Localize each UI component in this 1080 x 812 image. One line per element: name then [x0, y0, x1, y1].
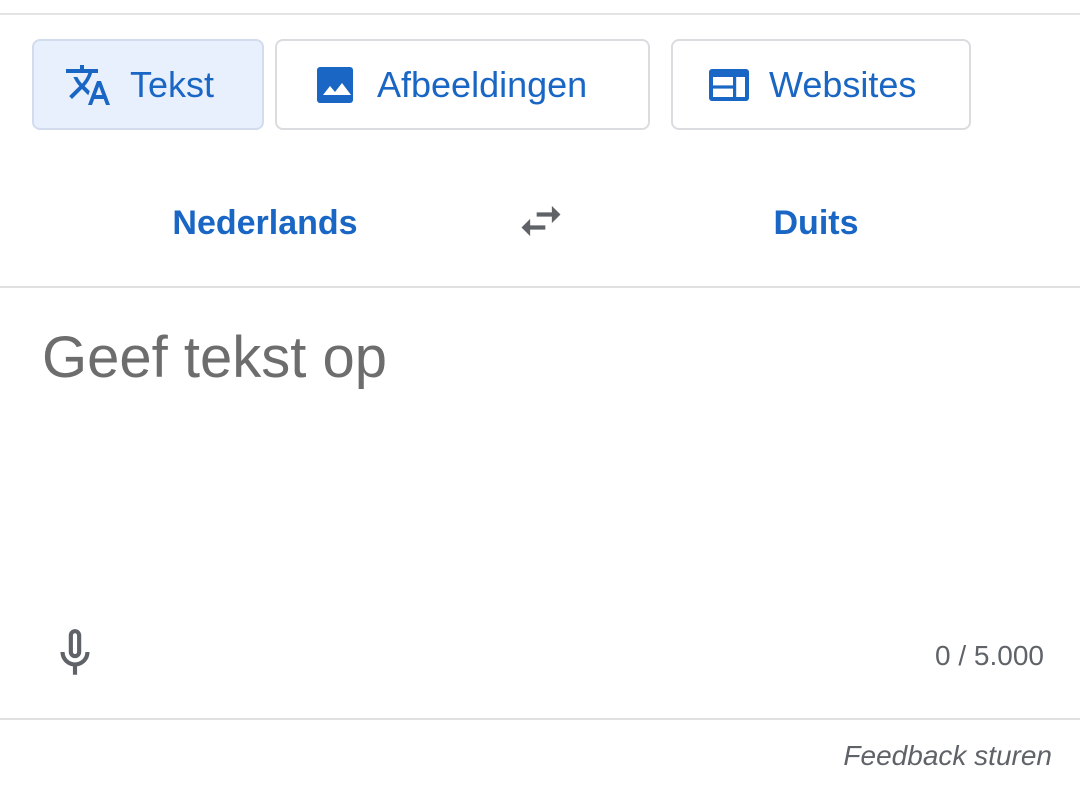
- source-language-button[interactable]: Nederlands: [40, 160, 490, 286]
- website-icon: [705, 61, 753, 109]
- swap-arrows-icon: [515, 195, 567, 252]
- image-icon: [311, 61, 359, 109]
- translate-page: Tekst Afbeeldingen Websites Nederlands D…: [0, 0, 1080, 812]
- bottom-divider: [0, 718, 1080, 720]
- tab-text[interactable]: Tekst: [32, 39, 264, 130]
- tab-images-label: Afbeeldingen: [377, 63, 588, 105]
- tab-text-label: Tekst: [130, 63, 215, 105]
- tab-websites[interactable]: Websites: [671, 39, 971, 130]
- tab-websites-label: Websites: [769, 63, 917, 105]
- voice-input-button[interactable]: [46, 624, 104, 686]
- source-input-area: 0 / 5.000: [0, 288, 1080, 718]
- character-counter: 0 / 5.000: [935, 640, 1044, 671]
- source-text-input[interactable]: [42, 324, 1042, 574]
- microphone-icon: [50, 625, 100, 686]
- top-divider: [0, 13, 1080, 15]
- send-feedback-link[interactable]: Feedback sturen: [843, 740, 1052, 772]
- swap-languages-button[interactable]: [505, 190, 577, 256]
- translate-icon: [64, 61, 112, 109]
- language-bar: Nederlands Duits: [0, 160, 1080, 286]
- target-language-button[interactable]: Duits: [590, 160, 1042, 286]
- tab-images[interactable]: Afbeeldingen: [275, 39, 650, 130]
